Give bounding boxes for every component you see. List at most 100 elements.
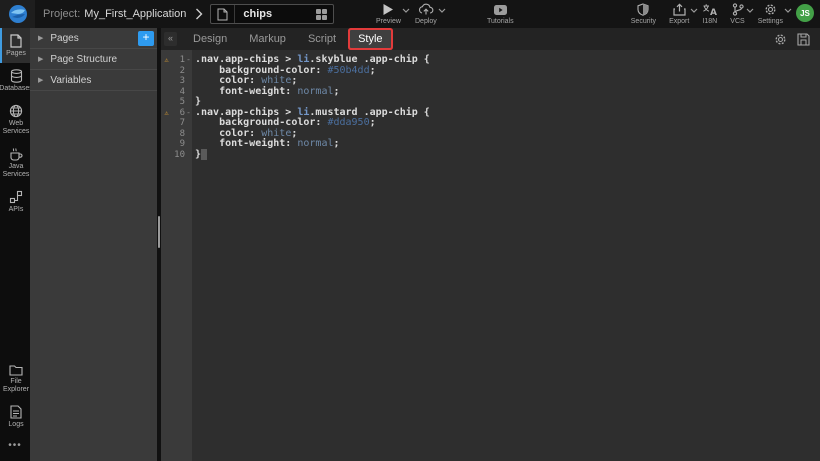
panel-splitter[interactable] bbox=[157, 28, 161, 461]
workspace: Pages Databases Web Services Java ServicesA… bbox=[0, 28, 820, 461]
tab-markup[interactable]: Markup bbox=[241, 30, 294, 48]
sidebar-item-java-services[interactable]: Java Services bbox=[0, 141, 30, 184]
vcs-button[interactable]: VCS bbox=[730, 3, 744, 25]
git-branch-icon bbox=[732, 3, 744, 16]
sidebar-item-label: Web Services bbox=[3, 120, 30, 136]
sidebar-item-file-explorer[interactable]: File Explorer bbox=[0, 358, 30, 399]
api-icon bbox=[9, 190, 23, 204]
chevron-down-icon[interactable] bbox=[690, 8, 698, 13]
sidebar-item-logs[interactable]: Logs bbox=[0, 399, 30, 434]
settings-button[interactable]: Settings bbox=[758, 3, 783, 25]
caret-right-icon: ▶ bbox=[38, 34, 43, 42]
fold-marker-icon[interactable]: - bbox=[185, 108, 192, 119]
splitter-handle[interactable] bbox=[158, 216, 160, 248]
play-icon bbox=[382, 3, 394, 16]
i18n-button[interactable]: A I18N bbox=[702, 3, 717, 25]
app-logo[interactable] bbox=[0, 0, 35, 28]
sidebar-item-label: Pages bbox=[6, 50, 26, 58]
line-number: 10 bbox=[172, 150, 185, 161]
tab-design[interactable]: Design bbox=[185, 30, 235, 48]
code-line-10[interactable]: } bbox=[195, 150, 820, 161]
user-avatar[interactable]: JS bbox=[796, 4, 814, 22]
preview-button[interactable]: Preview bbox=[376, 3, 401, 25]
fold-marker-icon[interactable]: - bbox=[185, 55, 192, 66]
i18n-label: I18N bbox=[702, 18, 717, 25]
breadcrumb: Project: My_First_Application chips bbox=[43, 4, 334, 24]
caret-right-icon: ▶ bbox=[38, 55, 43, 63]
line-number: 3 bbox=[172, 76, 185, 87]
gutter-line-8[interactable]: 8 bbox=[161, 129, 192, 140]
sidebar-item-pages[interactable]: Pages bbox=[0, 28, 30, 63]
editor-gutter: ⚠1-2345⚠6-78910 bbox=[161, 50, 192, 461]
database-icon bbox=[10, 69, 23, 83]
gutter-line-10[interactable]: 10 bbox=[161, 150, 192, 161]
warning-icon: ⚠ bbox=[161, 55, 172, 66]
page-selector[interactable]: chips bbox=[210, 4, 334, 24]
panel-row-pages[interactable]: ▶ Pages+ bbox=[30, 28, 157, 49]
top-bar: Project: My_First_Application chips Prev… bbox=[0, 0, 820, 28]
sidebar-item-label: Logs bbox=[8, 421, 23, 429]
code-line-4[interactable]: font-weight: normal; bbox=[195, 87, 820, 98]
translate-icon: A bbox=[702, 3, 717, 16]
cloud-upload-icon bbox=[418, 3, 434, 16]
sidebar-item-web-services[interactable]: Web Services bbox=[0, 98, 30, 141]
code-line-9[interactable]: font-weight: normal; bbox=[195, 139, 820, 150]
gutter-line-3[interactable]: 3 bbox=[161, 76, 192, 87]
editor-area: « Design Markup Script Style bbox=[161, 28, 820, 461]
gutter-line-4[interactable]: 4 bbox=[161, 87, 192, 98]
chevron-down-icon[interactable] bbox=[402, 8, 410, 13]
panel-row-page-structure[interactable]: ▶ Page Structure bbox=[30, 49, 157, 70]
collapse-panel-button[interactable]: « bbox=[164, 32, 177, 46]
project-name[interactable]: My_First_Application bbox=[84, 8, 186, 20]
style-settings-gear-icon[interactable] bbox=[774, 33, 787, 46]
sidebar-more-button[interactable]: ••• bbox=[0, 434, 30, 461]
add-page-button[interactable]: + bbox=[138, 31, 154, 46]
sidebar-item-databases[interactable]: Databases bbox=[0, 63, 30, 98]
security-button[interactable]: Security bbox=[631, 3, 656, 25]
deploy-button[interactable]: Deploy bbox=[415, 3, 437, 25]
line-number: 2 bbox=[172, 66, 185, 77]
editor-tab-bar: « Design Markup Script Style bbox=[161, 28, 820, 50]
editor-code[interactable]: .nav.app-chips > li.skyblue .app-chip { … bbox=[192, 50, 820, 461]
chevron-down-icon[interactable] bbox=[746, 8, 754, 13]
tabbar-actions bbox=[774, 33, 820, 46]
svg-text:A: A bbox=[710, 8, 717, 16]
chevron-down-icon[interactable] bbox=[784, 8, 792, 13]
video-tutorials-icon bbox=[493, 3, 508, 16]
gutter-line-7[interactable]: 7 bbox=[161, 118, 192, 129]
gutter-line-5[interactable]: 5 bbox=[161, 97, 192, 108]
logs-icon bbox=[10, 405, 22, 419]
folder-icon bbox=[9, 364, 23, 376]
tutorials-button[interactable]: Tutorials bbox=[487, 3, 514, 25]
gear-icon bbox=[764, 3, 777, 16]
gutter-line-2[interactable]: 2 bbox=[161, 66, 192, 77]
tab-style[interactable]: Style bbox=[350, 30, 390, 48]
chevron-right-icon bbox=[195, 8, 203, 20]
panel-row-variables[interactable]: ▶Variables bbox=[30, 70, 157, 91]
line-number: 1 bbox=[172, 55, 185, 66]
chevron-down-icon[interactable] bbox=[438, 8, 446, 13]
gutter-line-6[interactable]: ⚠6- bbox=[161, 108, 192, 119]
preview-label: Preview bbox=[376, 18, 401, 25]
grid-icon[interactable] bbox=[310, 8, 333, 21]
shield-icon bbox=[637, 3, 649, 16]
css-code-editor[interactable]: ⚠1-2345⚠6-78910 .nav.app-chips > li.skyb… bbox=[161, 50, 820, 461]
tutorials-label: Tutorials bbox=[487, 18, 514, 25]
project-label: Project: bbox=[43, 8, 80, 20]
panel-row-label: Page Structure bbox=[50, 54, 154, 65]
panel-rows: ▶ Pages+ ▶ Page Structure ▶Variables bbox=[30, 28, 157, 91]
panel-row-label: Pages bbox=[50, 33, 138, 44]
line-number: 4 bbox=[172, 87, 185, 98]
sidebar-item-apis[interactable]: APIs bbox=[0, 184, 30, 219]
left-icon-sidebar: Pages Databases Web Services Java ServicesA… bbox=[0, 28, 30, 461]
line-number: 7 bbox=[172, 118, 185, 129]
gutter-line-1[interactable]: ⚠1- bbox=[161, 55, 192, 66]
sidebar-item-label: Databases bbox=[0, 85, 33, 93]
gutter-line-9[interactable]: 9 bbox=[161, 139, 192, 150]
pages-icon bbox=[10, 34, 22, 48]
export-icon bbox=[673, 3, 686, 16]
export-button[interactable]: Export bbox=[669, 3, 689, 25]
deploy-label: Deploy bbox=[415, 18, 437, 25]
tab-script[interactable]: Script bbox=[300, 30, 344, 48]
save-icon[interactable] bbox=[797, 33, 810, 46]
